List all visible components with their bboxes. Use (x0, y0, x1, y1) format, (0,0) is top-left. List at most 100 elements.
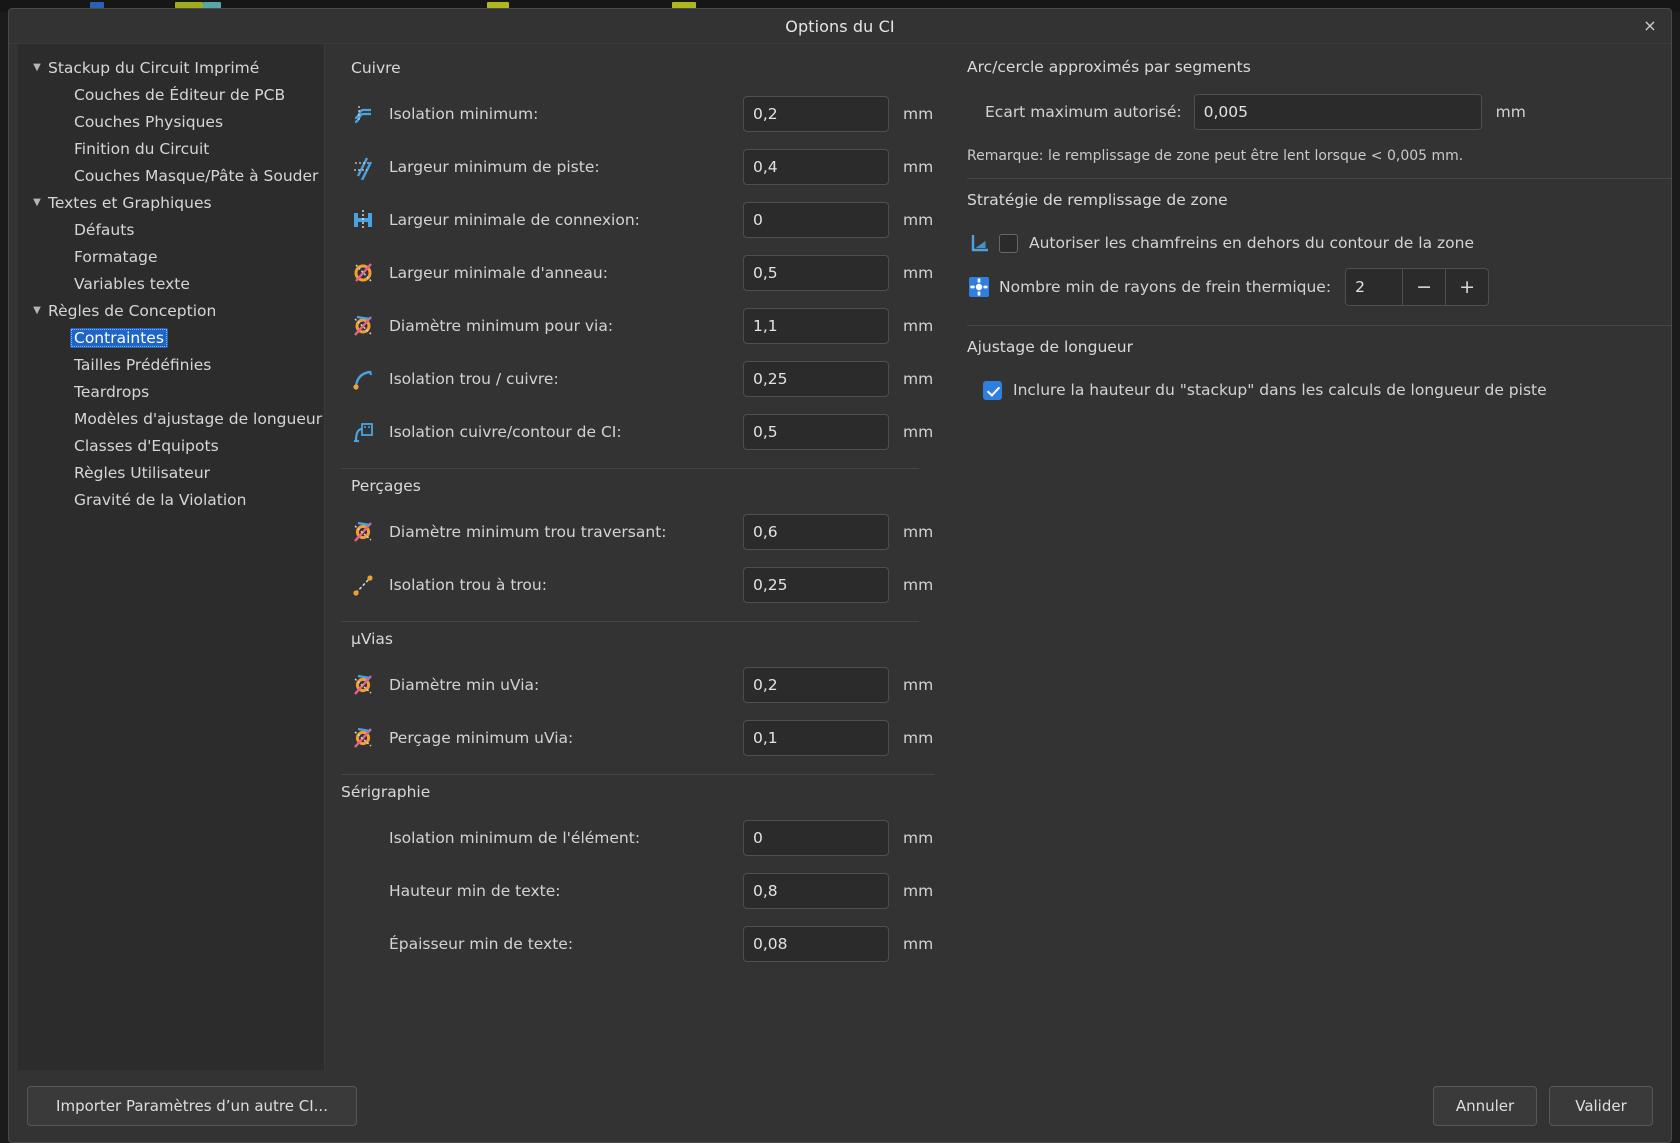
field-input[interactable] (743, 201, 889, 238)
close-icon[interactable]: × (1639, 15, 1661, 37)
sidebar-item-label: Couches de Éditeur de PCB (74, 85, 286, 104)
stackup-height-row: Inclure la hauteur du "stackup" dans les… (967, 370, 1671, 410)
min-uvia-drill-icon (341, 725, 385, 751)
field-input[interactable] (743, 566, 889, 603)
chevron-down-icon[interactable]: ▼ (26, 197, 48, 208)
field-unit: mm (903, 104, 934, 123)
silkscreen-field-list: Isolation minimum de l'élément:mmHauteur… (341, 811, 935, 970)
field-input[interactable] (743, 360, 889, 397)
min-annular-ring-icon (341, 260, 385, 286)
sidebar-item-couches-de-diteur-de-pcb[interactable]: Couches de Éditeur de PCB (18, 81, 324, 108)
holes-field-list: Diamètre minimum trou traversant:mmIsola… (341, 505, 935, 611)
ok-button[interactable]: Valider (1549, 1086, 1653, 1126)
field-input[interactable] (743, 925, 889, 962)
stepper-increment-button[interactable]: + (1445, 269, 1488, 305)
sidebar-item-teardrops[interactable]: Teardrops (18, 378, 324, 405)
sidebar-item-r-gles-utilisateur[interactable]: Règles Utilisateur (18, 459, 324, 486)
sidebar-item-finition-du-circuit[interactable]: Finition du Circuit (18, 135, 324, 162)
sidebar-item-label: Textes et Graphiques (48, 193, 212, 212)
sidebar-item-mod-les-d-ajustage-de-longueur[interactable]: Modèles d'ajustage de longueur (18, 405, 324, 432)
field-input[interactable] (743, 666, 889, 703)
zone-fill-title: Stratégie de remplissage de zone (967, 191, 1228, 209)
sidebar-item-formatage[interactable]: Formatage (18, 243, 324, 270)
field-unit: mm (903, 263, 934, 282)
field-label: Largeur minimale de connexion: (389, 210, 640, 229)
sidebar-item-label: Contraintes (70, 327, 168, 348)
field-label: Isolation trou / cuivre: (389, 369, 559, 388)
field-label: Diamètre min uVia: (389, 675, 540, 694)
max-error-input[interactable] (1193, 94, 1482, 130)
sidebar-item-couches-masque-p-te-souder[interactable]: Couches Masque/Pâte à Souder (18, 162, 324, 189)
sidebar-item-contraintes[interactable]: Contraintes (18, 324, 324, 351)
uvias-field-list: Diamètre min uVia:mmPerçage minimum uVia… (341, 658, 935, 764)
arc-segments-note: Remarque: le remplissage de zone peut êt… (967, 148, 1464, 164)
field-unit: mm (903, 522, 934, 541)
copper-field-list: Isolation minimum: mm Largeur minimum de p… (341, 87, 935, 458)
sidebar-item-label: Tailles Prédéfinies (74, 355, 212, 374)
field-input[interactable] (743, 95, 889, 132)
right-column: Arc/cercle approximés par segments Ecart… (935, 44, 1671, 1070)
settings-tree[interactable]: ▼ Stackup du Circuit Imprimé Couches de Éd… (18, 44, 325, 1070)
divider (967, 178, 1671, 179)
sidebar-item-variables-texte[interactable]: Variables texte (18, 270, 324, 297)
thermal-spokes-stepper[interactable]: − + (1345, 268, 1490, 306)
field-row: Perçage minimum uVia: mm (341, 711, 935, 764)
stepper-decrement-button[interactable]: − (1402, 269, 1445, 305)
field-unit: mm (903, 157, 934, 176)
hole-to-hole-clearance-icon (341, 572, 385, 598)
field-input[interactable] (743, 819, 889, 856)
field-row: Diamètre min uVia: mm (341, 658, 935, 711)
field-input[interactable] (743, 148, 889, 185)
field-unit: mm (903, 369, 934, 388)
sidebar-item-classes-d-equipots[interactable]: Classes d'Equipots (18, 432, 324, 459)
field-row: Diamètre minimum pour via: mm (341, 299, 935, 352)
field-unit: mm (903, 316, 934, 335)
chevron-down-icon[interactable]: ▼ (26, 305, 48, 316)
sidebar-item-label: Règles Utilisateur (74, 463, 211, 482)
thermal-spokes-icon (969, 277, 999, 297)
field-input[interactable] (743, 513, 889, 550)
length-tuning-title: Ajustage de longueur (967, 338, 1133, 356)
field-row: Isolation trou à trou: mm (341, 558, 935, 611)
sidebar-item-r-gles-de-conception[interactable]: ▼ Règles de Conception (18, 297, 324, 324)
chamfer-checkbox[interactable] (999, 233, 1018, 253)
arc-segments-title: Arc/cercle approximés par segments (967, 58, 1251, 76)
field-unit: mm (903, 575, 934, 594)
field-input[interactable] (743, 413, 889, 450)
chamfer-label: Autoriser les chamfreins en dehors du co… (1029, 234, 1474, 252)
dialog-body: ▼ Stackup du Circuit Imprimé Couches de Éd… (9, 44, 1671, 1070)
max-error-row: Ecart maximum autorisé: mm (967, 90, 1671, 134)
field-label: Largeur minimum de piste: (389, 157, 600, 176)
copper-group-title: Cuivre (351, 59, 401, 77)
chevron-down-icon[interactable]: ▼ (26, 62, 48, 73)
field-row: Diamètre minimum trou traversant: mm (341, 505, 935, 558)
sidebar-item-textes-et-graphiques[interactable]: ▼ Textes et Graphiques (18, 189, 324, 216)
stackup-height-checkbox[interactable] (983, 380, 1002, 400)
field-input[interactable] (743, 872, 889, 909)
cancel-button[interactable]: Annuler (1433, 1086, 1537, 1126)
sidebar-item-label: Modèles d'ajustage de longueur (74, 409, 323, 428)
field-input[interactable] (743, 307, 889, 344)
field-label: Isolation minimum: (389, 104, 539, 123)
min-via-diameter-icon (341, 313, 385, 339)
board-setup-dialog: Options du CI × ▼ Stackup du Circuit Impr… (8, 8, 1672, 1143)
max-error-label: Ecart maximum autorisé: (985, 103, 1182, 121)
sidebar-item-tailles-pr-d-finies[interactable]: Tailles Prédéfinies (18, 351, 324, 378)
stackup-height-label: Inclure la hauteur du "stackup" dans les… (1013, 381, 1547, 399)
min-uvia-diameter-icon (341, 672, 385, 698)
field-row: Largeur minimale de connexion: mm (341, 193, 935, 246)
sidebar-item-couches-physiques[interactable]: Couches Physiques (18, 108, 324, 135)
sidebar-item-d-fauts[interactable]: Défauts (18, 216, 324, 243)
thermal-spokes-input[interactable] (1346, 269, 1403, 305)
sidebar-item-gravit-de-la-violation[interactable]: Gravité de la Violation (18, 486, 324, 513)
left-column: Cuivre Isolation minimum: mm Largeur minim… (325, 44, 935, 1070)
uvias-group-title: µVias (351, 630, 394, 648)
import-settings-button[interactable]: Importer Paramètres d’un autre CI... (27, 1086, 357, 1126)
sidebar-item-stackup-du-circuit-imprim[interactable]: ▼ Stackup du Circuit Imprimé (18, 54, 324, 81)
copper-edge-clearance-icon (341, 419, 385, 445)
field-label: Isolation trou à trou: (389, 575, 547, 594)
silkscreen-group-title: Sérigraphie (341, 783, 431, 801)
field-input[interactable] (743, 254, 889, 291)
field-input[interactable] (743, 719, 889, 756)
field-label: Épaisseur min de texte: (389, 934, 574, 953)
